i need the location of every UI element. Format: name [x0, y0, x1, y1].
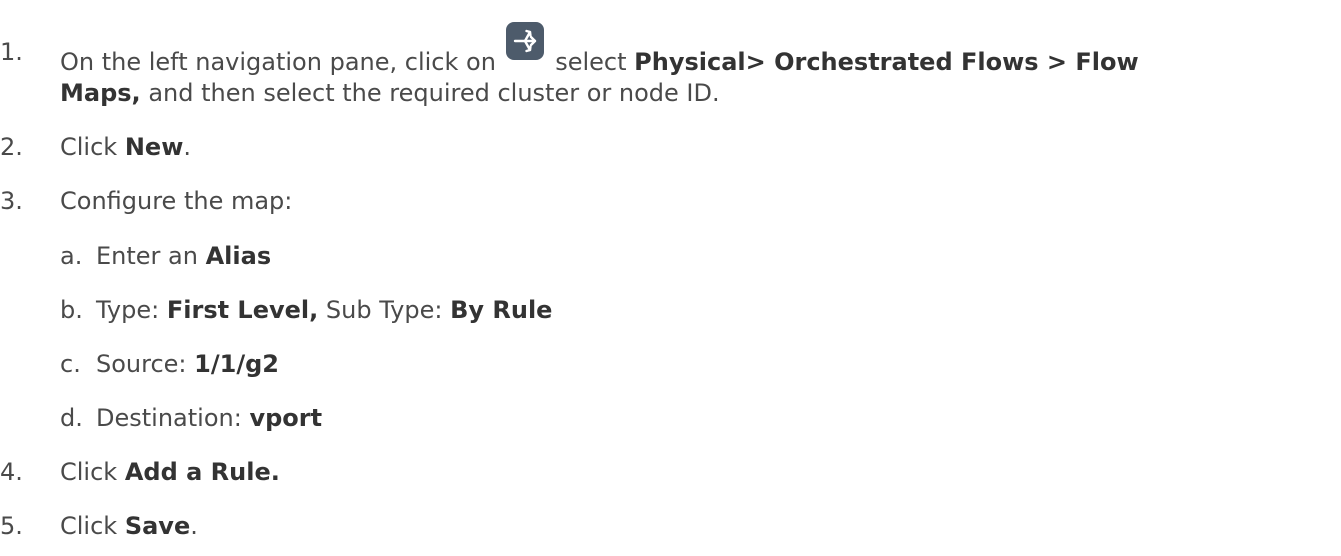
step-1-nav-path: Physical> Orchestrated Flows > Flow [634, 48, 1139, 76]
step-5-intro: Click [60, 512, 118, 540]
step-3-text: Configure the map: [60, 187, 293, 215]
step-4-add-rule: Add a Rule. [124, 458, 280, 486]
step-3d-destination-value: vport [249, 404, 323, 432]
step-1-continued-text: Maps, and then select the required clust… [60, 77, 720, 110]
step-3c-source-label: Source: [96, 350, 187, 378]
step-3b-subtype-label: Sub Type: [325, 296, 443, 324]
step-3b-subtype-value: By Rule [450, 296, 553, 324]
step-3c-text: Source: 1/1/g2 [96, 348, 279, 381]
step-3a-text: Enter an Alias [96, 240, 271, 273]
step-4-number: 4. [0, 458, 23, 486]
step-3b-type-value: First Level, [166, 296, 319, 324]
step-3-number: 3. [0, 187, 23, 215]
step-3d-text: Destination: vport [96, 402, 322, 435]
step-3b-letter: b. [60, 296, 83, 324]
step-2-intro: Click [60, 133, 118, 161]
step-3c-source-value: 1/1/g2 [194, 350, 279, 378]
step-1-select-word: select [555, 48, 627, 76]
step-3d-letter: d. [60, 404, 83, 432]
step-2-number: 2. [0, 133, 23, 161]
step-1-nav-path-end: Maps, [60, 79, 141, 107]
step-1-intro: On the left navigation pane, click on [60, 48, 496, 76]
step-3b-type-label: Type: [96, 296, 160, 324]
step-5-text: Click Save. [60, 510, 198, 543]
step-1-number: 1. [0, 38, 23, 66]
step-1-text: On the left navigation pane, click on se… [60, 22, 1139, 79]
step-5-save: Save [124, 512, 191, 540]
step-4-text: Click Add a Rule. [60, 456, 280, 489]
step-4-intro: Click [60, 458, 118, 486]
step-3a-letter: a. [60, 242, 83, 270]
flow-maps-icon [505, 22, 544, 60]
step-3a-intro: Enter an [96, 242, 198, 270]
step-2-period: . [183, 133, 192, 161]
step-3b-text: Type: First Level, Sub Type: By Rule [96, 294, 552, 327]
step-5-period: . [190, 512, 198, 540]
step-3d-destination-label: Destination: [96, 404, 242, 432]
step-3a-alias: Alias [205, 242, 272, 270]
step-2-text: Click New. [60, 131, 191, 164]
step-5-number: 5. [0, 512, 23, 540]
step-1-tail: and then select the required cluster or … [148, 79, 720, 107]
step-3c-letter: c. [60, 350, 81, 378]
step-2-new: New [124, 133, 184, 161]
